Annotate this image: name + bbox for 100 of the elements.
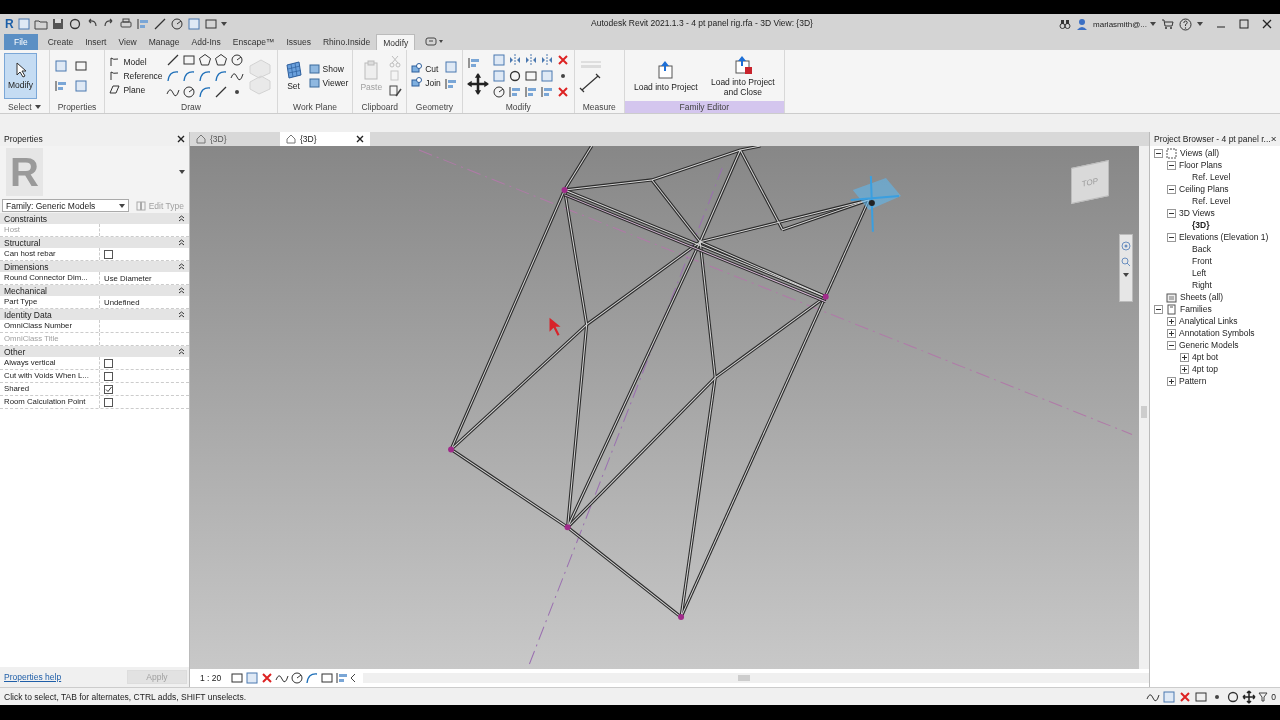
ribbon-tab[interactable]: Add-Ins — [185, 34, 227, 50]
group-header[interactable]: Dimensions — [0, 261, 189, 272]
browser-item[interactable]: Back — [1192, 244, 1211, 254]
ribbon-tab[interactable]: Manage — [142, 34, 186, 50]
panel-title[interactable]: Properties — [49, 101, 105, 113]
group-header[interactable]: Structural — [0, 237, 189, 248]
view-scale[interactable]: 1 : 20 — [200, 673, 222, 683]
collapse-icon[interactable] — [178, 215, 185, 222]
arc-icon[interactable] — [181, 68, 196, 83]
filter-icon[interactable] — [1258, 691, 1269, 702]
browser-item[interactable]: Front — [1192, 256, 1212, 266]
geometry-tool-button[interactable]: Cut — [411, 63, 441, 74]
load-button[interactable]: Load into Project — [628, 59, 703, 92]
ribbon-tab[interactable]: Insert — [79, 34, 113, 50]
circle-icon[interactable] — [229, 52, 244, 67]
browser-item[interactable]: 4pt bot — [1192, 352, 1218, 362]
select-caret-icon[interactable] — [34, 105, 41, 109]
collapse-icon[interactable] — [178, 311, 185, 318]
help-icon[interactable] — [1179, 17, 1192, 31]
document-tab[interactable]: {3D} — [280, 132, 370, 146]
panel-title[interactable]: Modify — [462, 101, 574, 113]
checkbox[interactable] — [104, 397, 113, 407]
close-icon[interactable] — [1270, 135, 1276, 143]
browser-item[interactable]: Annotation Symbols — [1179, 328, 1255, 338]
mirror-draw-icon[interactable] — [523, 52, 538, 67]
collapse-toggle[interactable] — [1167, 208, 1176, 218]
browser-item[interactable]: Analytical Links — [1179, 316, 1238, 326]
browser-item[interactable]: 4pt top — [1192, 364, 1218, 374]
geometry-tool-button[interactable]: Join — [411, 77, 441, 88]
collapse-icon[interactable] — [178, 263, 185, 270]
checkbox[interactable] — [104, 358, 113, 368]
inscribed-polygon-icon[interactable] — [213, 52, 228, 67]
browser-item[interactable]: Left — [1192, 268, 1207, 278]
ribbon-tab[interactable]: Modify — [376, 34, 416, 50]
set-button[interactable]: Set — [281, 57, 306, 94]
browser-item[interactable]: Floor Plans — [1179, 160, 1222, 170]
binoculars-icon[interactable] — [1059, 18, 1072, 30]
panel-title[interactable]: Measure — [574, 101, 624, 113]
checkbox[interactable] — [104, 384, 113, 394]
fillet-icon[interactable] — [213, 68, 228, 83]
delete-icon[interactable] — [555, 84, 570, 99]
expand-toggle[interactable] — [1180, 352, 1189, 362]
ribbon-tab[interactable]: Rhino.Inside — [316, 34, 377, 50]
help-caret-icon[interactable] — [1197, 22, 1203, 26]
user-icon[interactable] — [1076, 18, 1089, 30]
zoom-icon[interactable] — [1121, 257, 1131, 267]
ribbon-tab[interactable]: Create — [41, 34, 80, 50]
group-header[interactable]: Constraints — [0, 213, 189, 224]
app-logo[interactable]: R — [5, 17, 14, 31]
maximize-button[interactable] — [1239, 19, 1249, 29]
panel-title[interactable]: Geometry — [407, 101, 462, 113]
document-tab[interactable]: {3D} — [190, 132, 280, 146]
modify-button[interactable]: Modify — [4, 52, 38, 99]
group-header[interactable]: Other — [0, 346, 189, 357]
work-plane-tool-button[interactable]: Show — [308, 63, 349, 74]
close-icon[interactable] — [356, 135, 364, 143]
work-plane-tool-button[interactable]: Viewer — [308, 77, 349, 88]
ribbon-tab[interactable]: Enscape™ — [226, 34, 281, 50]
arc-icon[interactable] — [197, 68, 212, 83]
align-icon[interactable] — [466, 56, 481, 70]
browser-item[interactable]: Ref. Level — [1192, 172, 1231, 182]
mirror-pick-icon[interactable] — [507, 52, 522, 67]
browser-item[interactable]: Pattern — [1179, 376, 1207, 386]
match-properties-icon[interactable] — [388, 83, 403, 98]
browser-item[interactable]: Generic Models — [1179, 340, 1239, 350]
steering-wheel-icon[interactable] — [1121, 241, 1131, 251]
ribbon-tab[interactable]: View — [112, 34, 143, 50]
collapse-toggle[interactable] — [1167, 340, 1176, 350]
browser-item[interactable]: 3D Views — [1179, 208, 1215, 218]
preview-caret-icon[interactable] — [179, 170, 185, 174]
expand-toggle[interactable] — [1167, 316, 1176, 326]
arc-icon[interactable] — [165, 68, 180, 83]
collapse-toggle[interactable] — [1154, 304, 1163, 314]
panel-title[interactable]: Select — [0, 101, 49, 113]
browser-item[interactable]: Ceiling Plans — [1179, 184, 1229, 194]
close-button[interactable] — [1262, 19, 1272, 29]
panel-title[interactable]: Family Editor — [624, 101, 784, 113]
user-name[interactable]: marlasmith@... — [1093, 19, 1147, 29]
browser-item[interactable]: {3D} — [1192, 220, 1210, 230]
group-header[interactable]: Identity Data — [0, 309, 189, 320]
customize-caret-icon[interactable] — [220, 22, 227, 26]
scroll-left-icon[interactable] — [350, 674, 357, 682]
truss-drawing[interactable] — [448, 146, 871, 621]
panel-title[interactable]: Clipboard — [353, 101, 407, 113]
zoom-caret-icon[interactable] — [1123, 273, 1129, 277]
expand-toggle[interactable] — [1167, 376, 1176, 386]
collapse-toggle[interactable] — [1167, 232, 1176, 242]
collapse-toggle[interactable] — [1167, 160, 1176, 170]
switch-windows-icon[interactable] — [203, 17, 218, 31]
dropdown-caret-icon[interactable] — [118, 203, 125, 208]
close-icon[interactable] — [177, 135, 185, 143]
collapse-icon[interactable] — [178, 348, 185, 355]
browser-item[interactable]: Elevations (Elevation 1) — [1179, 232, 1269, 242]
panel-toggle-icon[interactable] — [425, 37, 446, 47]
selected-connector-drawing[interactable] — [849, 174, 901, 233]
checkbox[interactable] — [104, 249, 113, 259]
browser-item[interactable]: Families — [1180, 304, 1212, 314]
panel-title[interactable]: Work Plane — [277, 101, 353, 113]
type-selector[interactable]: Family: Generic Models — [2, 199, 129, 212]
move-icon[interactable] — [466, 73, 489, 95]
